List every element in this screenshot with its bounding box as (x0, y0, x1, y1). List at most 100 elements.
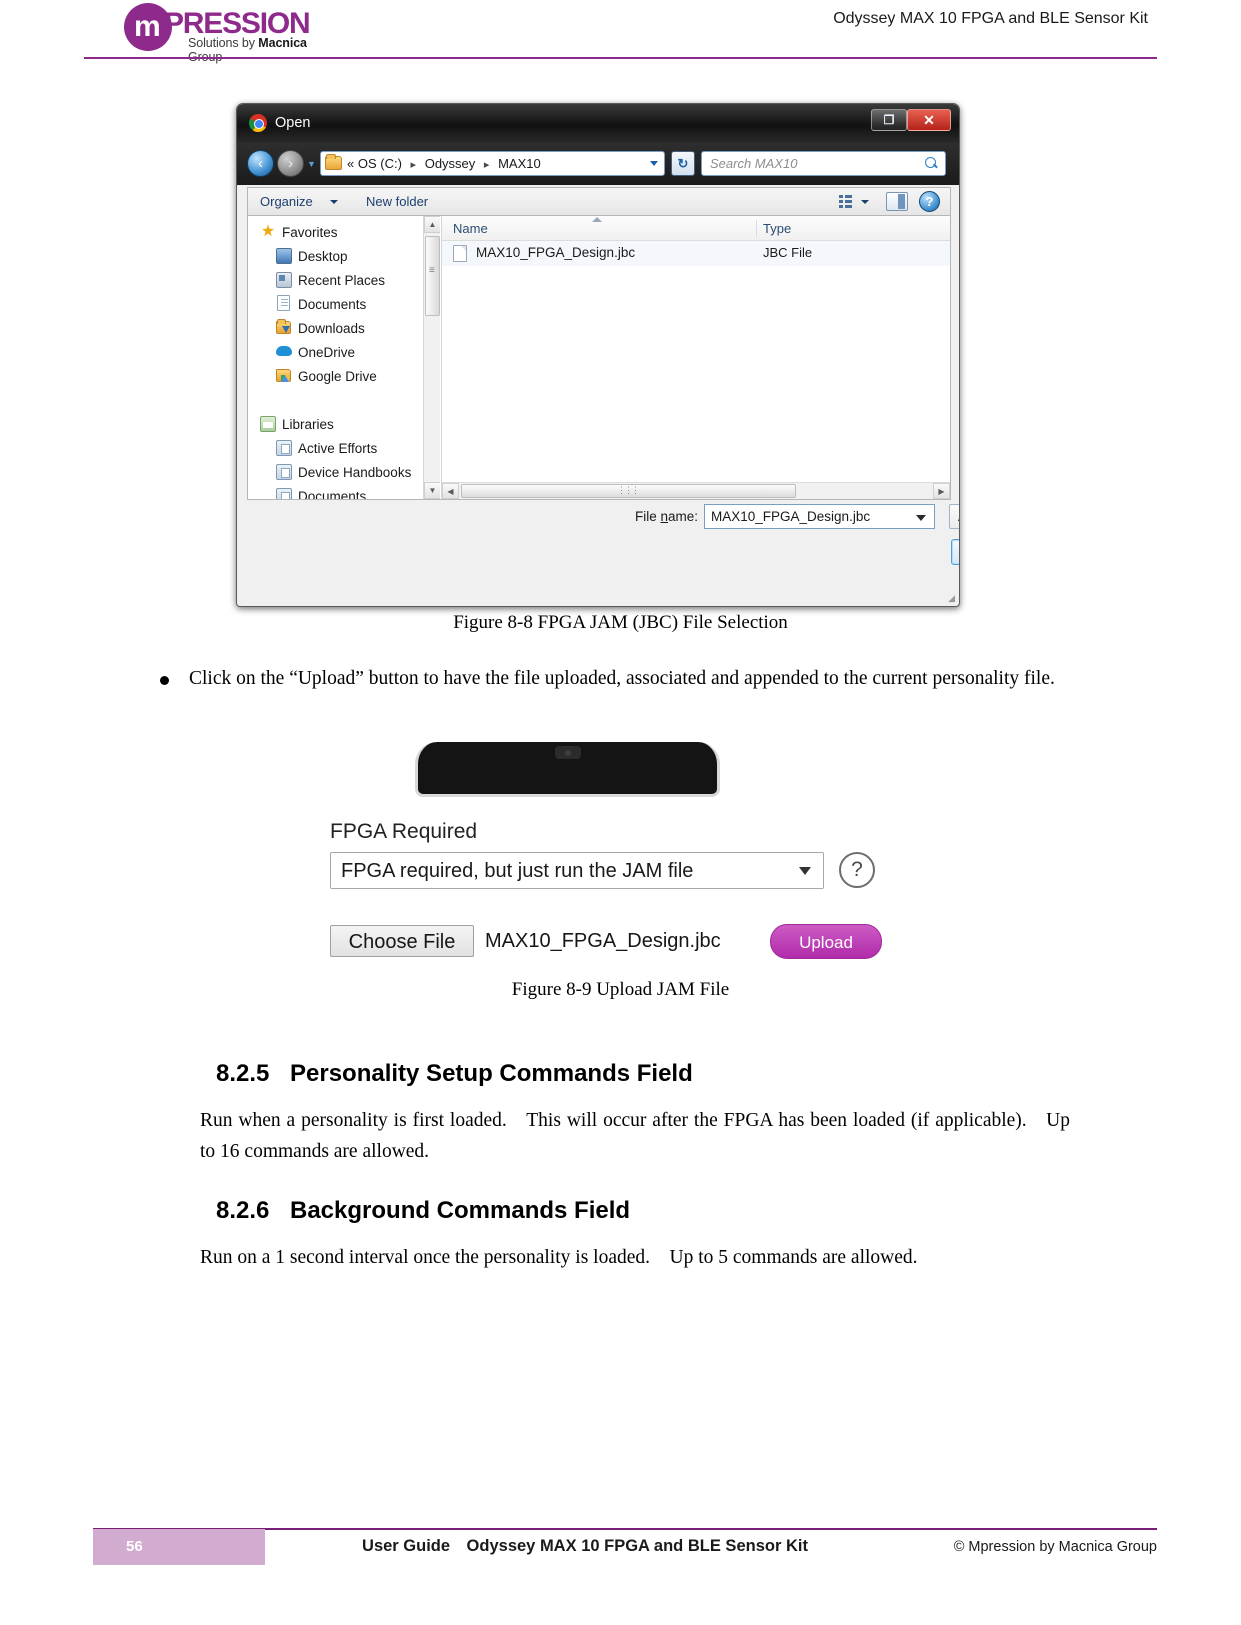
cloud-icon (276, 346, 292, 356)
history-dropdown-icon[interactable]: ▼ (307, 159, 316, 169)
bullet-marker (160, 676, 169, 685)
figure-8-9-image: FPGA Required FPGA required, but just ru… (330, 742, 910, 967)
sidebar-item-favorites[interactable]: ★ Favorites (248, 220, 440, 244)
page-number: 56 (126, 1538, 143, 1555)
refresh-button[interactable]: ↻ (671, 151, 695, 176)
sidebar-item-documents-library[interactable]: Documents (248, 484, 440, 499)
sidebar-item-device-handbooks[interactable]: Device Handbooks (248, 460, 440, 484)
restore-window-button[interactable]: ❐ (871, 109, 907, 131)
organize-chevron-down-icon[interactable] (330, 200, 338, 204)
column-header-name[interactable]: Name (453, 221, 488, 236)
chevron-down-icon[interactable] (799, 867, 811, 875)
search-input[interactable]: Search MAX10 (701, 151, 946, 176)
scroll-up-icon[interactable]: ▲ (424, 216, 440, 233)
sidebar-item-desktop[interactable]: Desktop (248, 244, 440, 268)
upload-button-label: Upload (799, 933, 853, 952)
sidebar-item-active-efforts[interactable]: Active Efforts (248, 436, 440, 460)
phone-camera-icon (564, 750, 571, 756)
horizontal-scrollbar-thumb[interactable] (461, 484, 796, 498)
open-file-dialog: Open ❐ ✕ ‹ › ▼ « OS (C:) ▸ Odyssey ▸ MAX… (236, 103, 960, 607)
resize-grip-icon[interactable]: ◢ (948, 593, 955, 604)
figure-8-8-caption: Figure 8-8 FPGA JAM (JBC) File Selection (453, 612, 788, 633)
footer-center-text: User Guide Odyssey MAX 10 FPGA and BLE S… (362, 1537, 808, 1555)
file-icon (453, 245, 467, 262)
file-type-filter-value: All Files (958, 509, 959, 524)
sidebar-item-label: Documents (298, 296, 367, 312)
breadcrumb-item-1[interactable]: Odyssey (425, 156, 476, 171)
chrome-icon (249, 114, 267, 132)
help-glyph: ? (851, 858, 863, 881)
bullet-paragraph-line2: personality file. (932, 668, 1055, 689)
sidebar-item-label: Favorites (282, 224, 338, 240)
table-row[interactable]: MAX10_FPGA_Design.jbc JBC File (442, 241, 950, 266)
chosen-file-name: MAX10_FPGA_Design.jbc (485, 930, 721, 952)
organize-button[interactable]: Organize (260, 194, 313, 209)
scroll-left-icon[interactable]: ◀ (442, 483, 459, 499)
file-name-chevron-down-icon[interactable] (916, 515, 926, 521)
file-name-value: MAX10_FPGA_Design.jbc (711, 509, 871, 524)
address-bar[interactable]: « OS (C:) ▸ Odyssey ▸ MAX10 (320, 151, 665, 176)
bullet-paragraph-line1: Click on the “Upload” button to have the… (189, 668, 928, 689)
file-name-input[interactable]: MAX10_FPGA_Design.jbc (704, 504, 935, 529)
scroll-right-icon[interactable]: ▶ (933, 483, 950, 499)
breadcrumb-item-2[interactable]: MAX10 (498, 156, 541, 171)
back-button[interactable]: ‹ (247, 150, 274, 177)
recent-places-icon (276, 272, 292, 288)
scroll-down-icon[interactable]: ▼ (424, 482, 440, 499)
section-number-826: 8.2.6 (216, 1197, 270, 1224)
refresh-icon: ↻ (677, 155, 689, 171)
forward-button[interactable]: › (277, 150, 304, 177)
help-button[interactable]: ? (919, 191, 940, 212)
change-view-button[interactable] (835, 192, 873, 212)
sidebar-item-google-drive[interactable]: Google Drive (248, 364, 440, 388)
page-number-badge: 56 (93, 1529, 265, 1565)
close-window-button[interactable]: ✕ (907, 109, 951, 131)
open-button[interactable]: Open (951, 539, 959, 565)
logo-tagline: Solutions by Macnica Group (188, 36, 339, 64)
sidebar-item-label: Libraries (282, 416, 334, 432)
new-folder-button[interactable]: New folder (366, 194, 428, 209)
logo-tagline-brand: Macnica (258, 36, 307, 50)
sidebar-item-downloads[interactable]: Downloads (248, 316, 440, 340)
sidebar-item-label: Documents (298, 488, 367, 500)
library-item-icon (276, 464, 292, 480)
header-divider (84, 57, 1157, 59)
search-placeholder: Search MAX10 (710, 156, 798, 171)
upload-button[interactable]: Upload (770, 924, 882, 959)
restore-icon: ❐ (883, 113, 895, 127)
sidebar-item-documents[interactable]: Documents (248, 292, 440, 316)
section-number-825: 8.2.5 (216, 1060, 270, 1087)
navigation-pane-scrollbar[interactable]: ▲ ▼ (423, 216, 440, 499)
choose-file-button[interactable]: Choose File (330, 925, 474, 957)
section-825-body: Run when a personality is first loaded. … (200, 1105, 1070, 1167)
breadcrumb-item-0[interactable]: OS (C:) (358, 156, 402, 171)
sidebar-item-onedrive[interactable]: OneDrive (248, 340, 440, 364)
library-item-icon (276, 488, 292, 499)
column-header-type[interactable]: Type (763, 221, 791, 236)
file-list-horizontal-scrollbar[interactable]: ◀ ▶ (442, 482, 950, 499)
file-type-filter-select[interactable]: All Files (949, 504, 959, 529)
dialog-command-bar: Organize New folder ? (247, 187, 951, 215)
address-dropdown-icon[interactable] (650, 161, 658, 166)
column-divider[interactable] (756, 220, 757, 237)
scrollbar-thumb[interactable] (425, 236, 440, 316)
list-view-icon (839, 195, 852, 208)
downloads-icon (276, 319, 291, 334)
sidebar-item-libraries[interactable]: Libraries (248, 412, 440, 436)
sidebar-item-recent-places[interactable]: Recent Places (248, 268, 440, 292)
footer-copyright: © Mpression by Macnica Group (953, 1539, 1157, 1555)
file-name-cell: MAX10_FPGA_Design.jbc (476, 245, 636, 260)
figure-8-9-caption: Figure 8-9 Upload JAM File (511, 979, 730, 1000)
sidebar-item-label: Desktop (298, 248, 348, 264)
help-icon[interactable]: ? (839, 852, 875, 888)
preview-pane-button[interactable] (886, 192, 908, 211)
logo-tagline-prefix: Solutions by (188, 36, 259, 50)
section-826-body: Run on a 1 second interval once the pers… (200, 1242, 1070, 1273)
file-list-pane: Name Type MAX10_FPGA_Design.jbc JBC File… (441, 216, 950, 499)
library-item-icon (276, 440, 292, 456)
dialog-navigation-row: ‹ › ▼ « OS (C:) ▸ Odyssey ▸ MAX10 ↻ Sear… (237, 143, 959, 185)
view-chevron-down-icon (861, 200, 869, 204)
dialog-titlebar: Open ❐ ✕ (237, 104, 959, 143)
sort-ascending-icon (592, 217, 602, 222)
fpga-required-select[interactable]: FPGA required, but just run the JAM file (330, 852, 824, 889)
